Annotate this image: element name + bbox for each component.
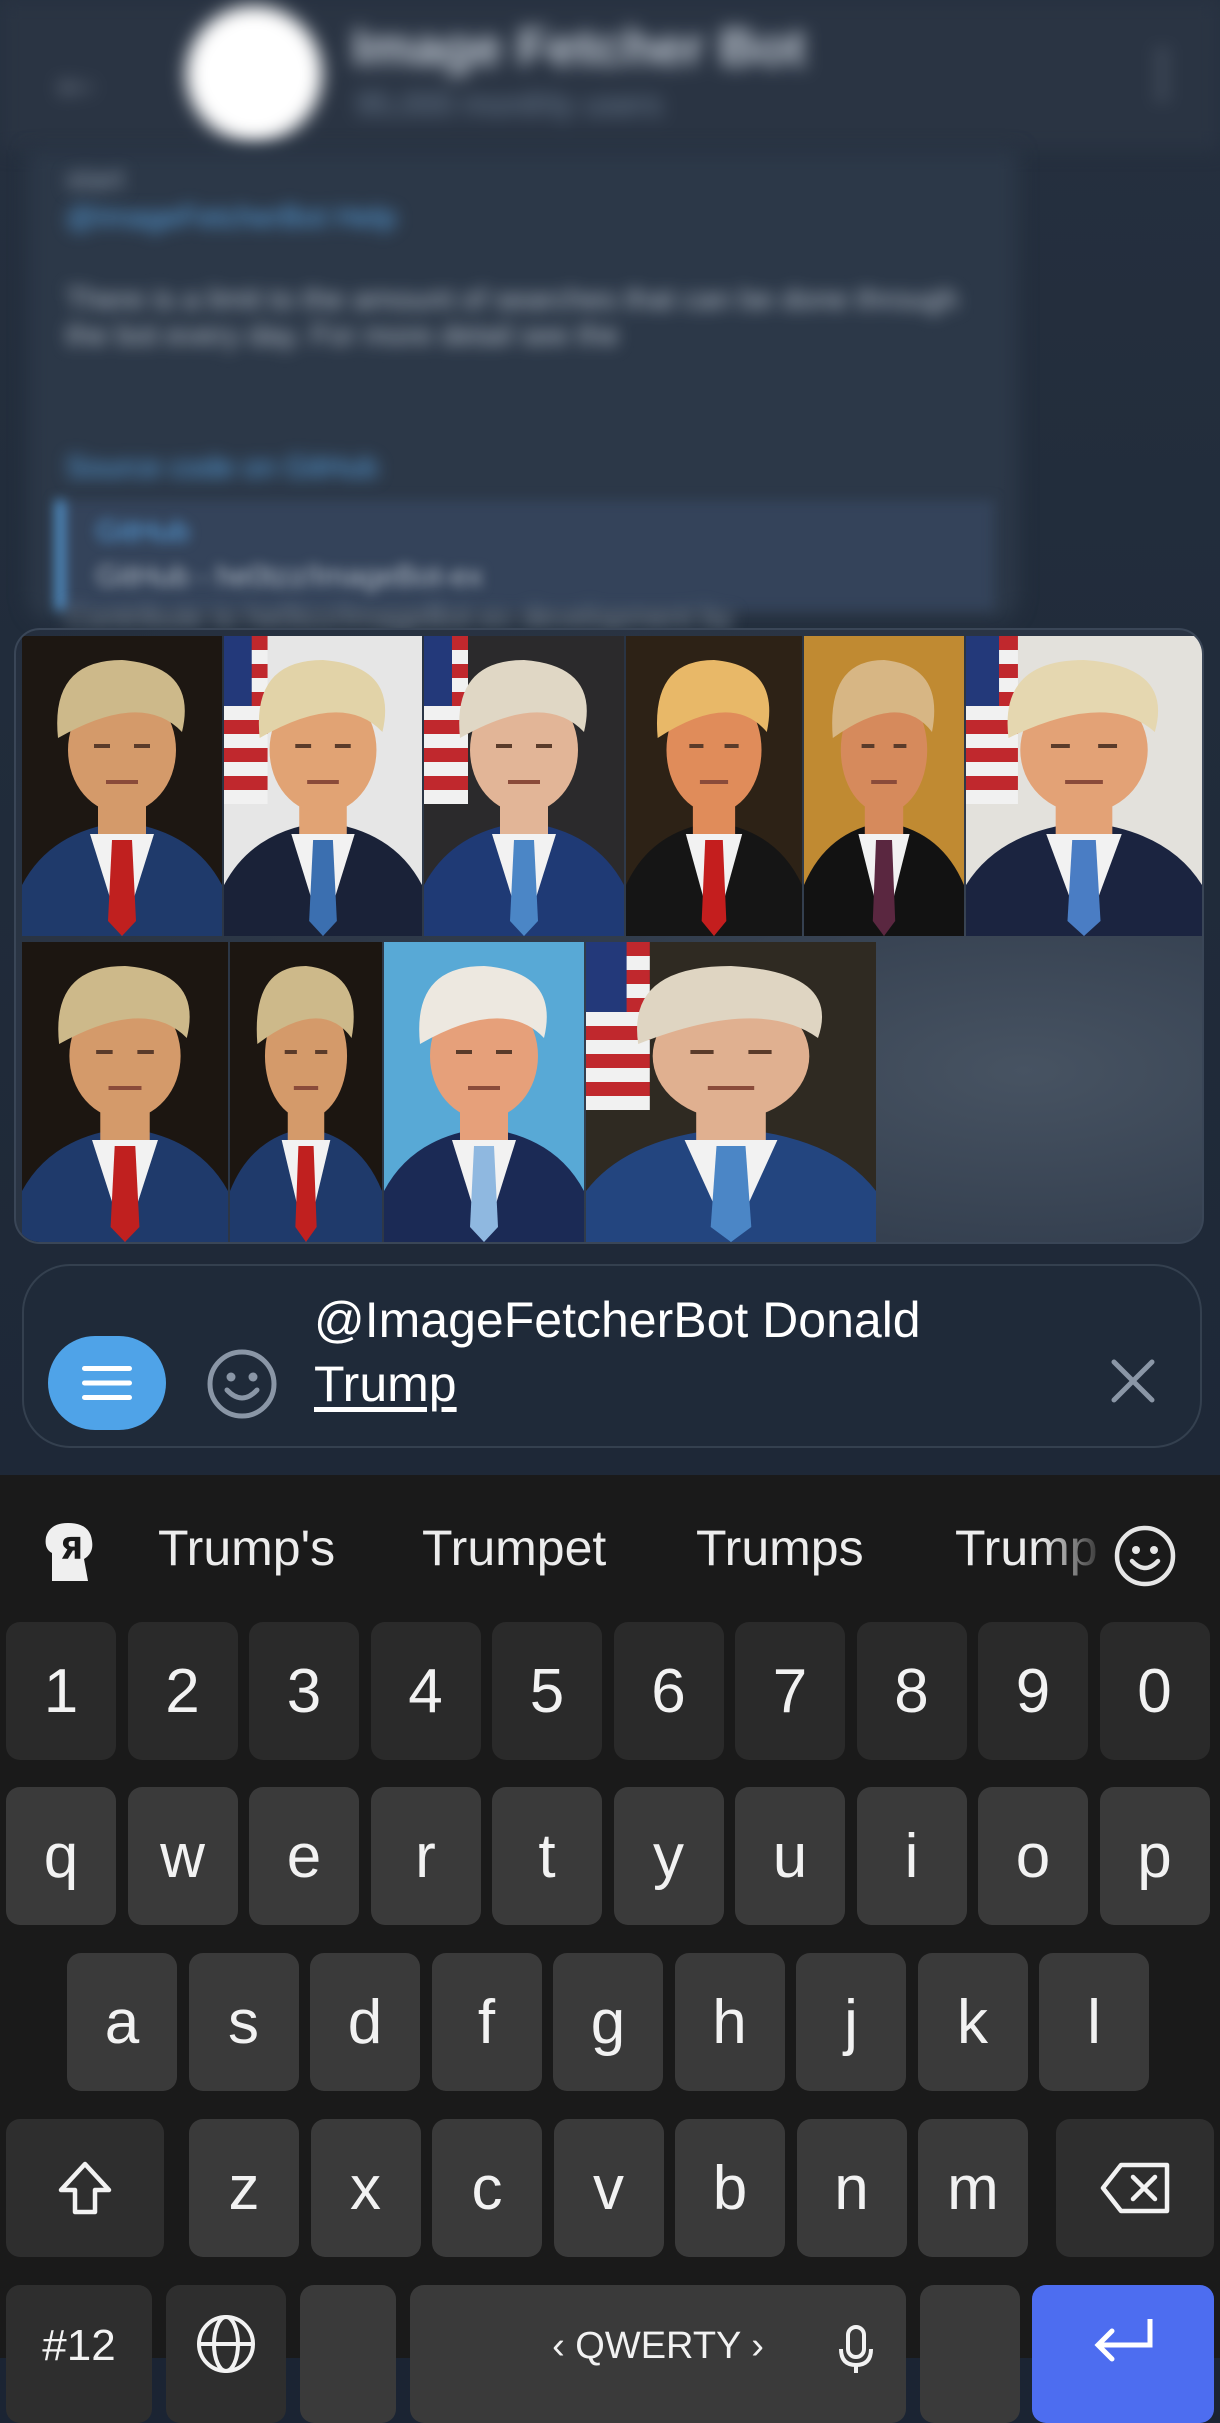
suggestion-item[interactable]: Trump's xyxy=(158,1519,335,1577)
chat-title: Image Fetcher Bot xyxy=(352,19,806,77)
chat-subtitle: 95,000 monthly users xyxy=(356,86,662,122)
suggestion-item[interactable]: Trumpet xyxy=(422,1519,606,1577)
key-g[interactable]: g xyxy=(553,1953,663,2091)
back-arrow-icon[interactable]: ← xyxy=(48,45,104,110)
key-q[interactable]: q xyxy=(6,1787,116,1925)
message-line: There is a limit to the amount of search… xyxy=(66,283,959,352)
key-1[interactable]: 1 xyxy=(6,1622,116,1760)
smiley-icon[interactable] xyxy=(1112,1523,1178,1589)
key-x[interactable]: x xyxy=(310,2119,421,2257)
key-s[interactable]: s xyxy=(188,1953,299,2091)
result-image-6[interactable] xyxy=(966,636,1202,936)
svg-text:Я: Я xyxy=(60,1532,83,1567)
key-f[interactable]: f xyxy=(431,1953,542,2091)
result-image-7[interactable] xyxy=(22,942,228,1242)
key-3[interactable]: 3 xyxy=(249,1622,359,1760)
link-preview-title: GitHub xyxy=(96,515,190,548)
microphone-icon xyxy=(839,2325,873,2373)
key-w[interactable]: w xyxy=(127,1787,238,1925)
period-key[interactable] xyxy=(920,2285,1020,2423)
result-image-4[interactable] xyxy=(626,636,802,936)
key-c[interactable]: c xyxy=(432,2119,542,2257)
message-input-bar: @ImageFetcherBot Donald Trump xyxy=(22,1264,1202,1448)
key-l[interactable]: l xyxy=(1039,1953,1149,2091)
key-p[interactable]: p xyxy=(1099,1787,1210,1925)
key-2[interactable]: 2 xyxy=(127,1622,238,1760)
input-text-query: Trump xyxy=(314,1356,457,1412)
key-0[interactable]: 0 xyxy=(1099,1622,1210,1760)
symbols-key-label: #12 xyxy=(42,2321,116,2370)
result-image-5[interactable] xyxy=(804,636,964,936)
input-text-prefix: @ImageFetcherBot Donald xyxy=(314,1292,921,1348)
shift-key[interactable] xyxy=(6,2119,164,2257)
suggestion-item[interactable]: Trumps xyxy=(696,1519,864,1577)
message-input[interactable]: @ImageFetcherBot Donald Trump xyxy=(314,1288,1074,1416)
result-image-8[interactable] xyxy=(230,942,382,1242)
backspace-icon xyxy=(1100,2162,1170,2214)
symbols-key[interactable]: #12 xyxy=(6,2285,152,2423)
key-4[interactable]: 4 xyxy=(370,1622,481,1760)
suggestion-bar: Я Trump's Trumpet Trumps Trump xyxy=(0,1475,1220,1625)
bot-menu-button[interactable] xyxy=(48,1336,166,1430)
on-screen-keyboard: Я Trump's Trumpet Trumps Trump 123456789… xyxy=(0,1475,1220,2423)
key-5[interactable]: 5 xyxy=(492,1622,602,1760)
key-k[interactable]: k xyxy=(917,1953,1028,2091)
space-key[interactable]: ‹ QWERTY › xyxy=(410,2285,906,2423)
key-j[interactable]: j xyxy=(796,1953,906,2091)
enter-key[interactable] xyxy=(1032,2285,1214,2423)
result-image-2[interactable] xyxy=(224,636,422,936)
key-d[interactable]: d xyxy=(310,1953,420,2091)
message-line: start xyxy=(66,163,125,196)
key-m[interactable]: m xyxy=(918,2119,1028,2257)
key-a[interactable]: a xyxy=(67,1953,177,2091)
smiley-icon[interactable] xyxy=(204,1346,280,1422)
key-i[interactable]: i xyxy=(856,1787,967,1925)
space-key-label: ‹ QWERTY › xyxy=(552,2325,764,2367)
shift-arrow-icon xyxy=(58,2161,112,2215)
menu-lines-icon xyxy=(82,1366,132,1400)
key-t[interactable]: t xyxy=(492,1787,602,1925)
key-8[interactable]: 8 xyxy=(856,1622,967,1760)
result-image-10[interactable] xyxy=(586,942,876,1242)
key-e[interactable]: e xyxy=(249,1787,359,1925)
backspace-key[interactable] xyxy=(1056,2119,1214,2257)
key-v[interactable]: v xyxy=(553,2119,664,2257)
chat-header: ← Image Fetcher Bot 95,000 monthly users… xyxy=(0,0,1220,150)
key-7[interactable]: 7 xyxy=(735,1622,845,1760)
result-image-1[interactable] xyxy=(22,636,222,936)
suggestion-fade xyxy=(1040,1505,1120,1605)
key-u[interactable]: u xyxy=(735,1787,845,1925)
close-icon[interactable] xyxy=(1108,1356,1158,1406)
globe-icon xyxy=(197,2315,255,2373)
language-key[interactable] xyxy=(166,2285,286,2423)
inline-results-panel xyxy=(14,628,1204,1244)
bot-avatar[interactable] xyxy=(186,6,322,142)
comma-key[interactable] xyxy=(300,2285,396,2423)
key-n[interactable]: n xyxy=(796,2119,907,2257)
result-image-3[interactable] xyxy=(424,636,624,936)
yandex-keyboard-icon[interactable]: Я xyxy=(38,1519,102,1587)
message-link: @ImageFetcherBot Help xyxy=(66,201,397,234)
key-z[interactable]: z xyxy=(189,2119,299,2257)
key-6[interactable]: 6 xyxy=(613,1622,724,1760)
key-o[interactable]: o xyxy=(978,1787,1088,1925)
key-b[interactable]: b xyxy=(675,2119,785,2257)
vertical-dots-icon[interactable]: ⋮ xyxy=(1134,40,1190,106)
key-r[interactable]: r xyxy=(370,1787,481,1925)
message-link: Source code on GitHub xyxy=(66,451,378,484)
link-preview-text: GitHub - he0tzz/ImageBot-ex xyxy=(96,560,483,593)
key-h[interactable]: h xyxy=(674,1953,785,2091)
key-9[interactable]: 9 xyxy=(978,1622,1088,1760)
result-image-9[interactable] xyxy=(384,942,584,1242)
key-y[interactable]: y xyxy=(613,1787,724,1925)
